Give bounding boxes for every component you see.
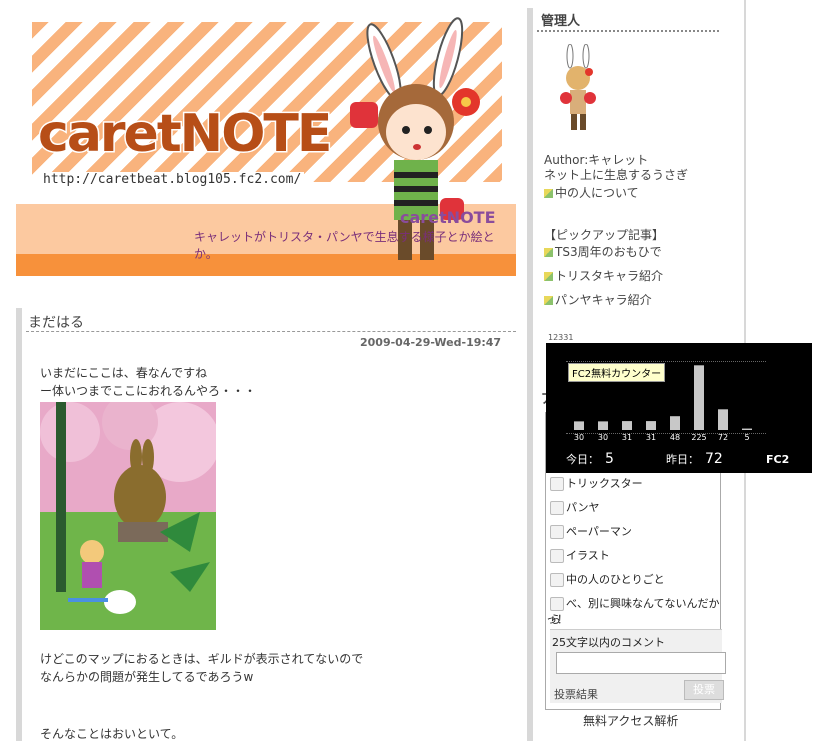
comment-input[interactable]	[556, 652, 726, 674]
chart-value-label: 30	[598, 433, 608, 442]
bullet-icon	[544, 189, 553, 198]
fc2-counter-label: FC2無料カウンター	[568, 363, 666, 382]
about-link-label: 中の人について	[555, 186, 639, 200]
vote-button[interactable]: 投票	[684, 680, 724, 700]
chart-value-label: 5	[744, 433, 749, 442]
radio-icon[interactable]	[550, 501, 564, 515]
pickup-title: 【ピックアップ記事】	[544, 228, 665, 242]
game-screenshot-image	[40, 402, 216, 630]
about-link[interactable]: 中の人について	[544, 184, 639, 201]
poll-option-label: 中の人のひとりごと	[566, 573, 665, 586]
chart-bar	[574, 421, 584, 430]
post-text-line: いまだにここは、春なんですね	[40, 366, 208, 380]
visitor-counter-number: 12331	[548, 333, 574, 342]
poll-results-link[interactable]: 投票結果	[554, 686, 598, 702]
chart-value-label: 30	[574, 433, 584, 442]
chart-value-label: 72	[718, 433, 728, 442]
fc2-yesterday: 昨日： 72	[666, 451, 723, 467]
admin-avatar	[560, 44, 596, 130]
pickup-link-label: TS3周年のおもひで	[555, 245, 662, 259]
pickup-link-label: パンヤキャラ紹介	[555, 293, 652, 307]
chart-value-label: 225	[691, 433, 706, 442]
admin-section-title: 管理人	[541, 14, 581, 29]
fc2-today: 今日： 5	[566, 451, 614, 467]
radio-icon[interactable]	[550, 477, 564, 491]
radio-icon[interactable]	[550, 597, 564, 611]
pickup-link-label: トリスタキャラ紹介	[555, 269, 664, 283]
pickup-link-panya[interactable]: パンヤキャラ紹介	[544, 291, 652, 308]
comment-label: 25文字以内のコメント	[552, 636, 665, 649]
chart-bar	[646, 421, 656, 430]
free-access-analysis-link[interactable]: 無料アクセス解析	[583, 712, 678, 729]
poll-option-label: イラスト	[566, 549, 610, 562]
poll-option-label: ペーパーマン	[566, 525, 632, 538]
poll-option-label: べ、別に興味なんてないんだから	[550, 597, 720, 626]
pickup-link-trista[interactable]: トリスタキャラ紹介	[544, 267, 663, 284]
radio-icon[interactable]	[550, 525, 564, 539]
poll-option-continued: っ！	[546, 613, 568, 626]
admin-title-rule	[537, 30, 719, 32]
chart-value-label: 48	[670, 433, 680, 442]
fc2-today-label: 今日：	[566, 453, 599, 466]
radio-icon[interactable]	[550, 573, 564, 587]
blog-url: http://caretbeat.blog105.fc2.com/	[40, 172, 305, 187]
blog-logo: caretNOTE	[36, 103, 333, 166]
main-column: caretNOTE http://caretbeat.blog105.fc2.c…	[0, 0, 530, 741]
post-title[interactable]: まだはる	[28, 312, 84, 332]
poll-option[interactable]: イラスト	[550, 547, 610, 563]
post-side-bar	[16, 308, 22, 741]
author-description: ネット上に生息するうさぎ	[544, 168, 689, 182]
post-title-rule	[26, 331, 516, 332]
poll-option[interactable]: トリックスター	[550, 475, 643, 491]
blog-header-banner[interactable]: caretNOTE http://caretbeat.blog105.fc2.c…	[16, 12, 516, 276]
post-text-line: けどこのマップにおるときは、ギルドが表示されてないので	[40, 652, 364, 666]
poll-option[interactable]: ペーパーマン	[550, 523, 632, 539]
poll-option[interactable]: パンヤ	[550, 499, 600, 515]
poll-option-label: トリックスター	[566, 477, 643, 490]
poll-option[interactable]: 中の人のひとりごと	[550, 571, 665, 587]
pickup-link-ts3[interactable]: TS3周年のおもひで	[544, 243, 662, 260]
chart-value-label: 31	[646, 433, 656, 442]
fc2-counter-widget[interactable]: 30 30 31 31 48 225 72 5 FC2無料カウンター 今日： 5 昨日： 72 F…	[546, 343, 812, 473]
post-text-line: なんらかの問題が発生してるであろうw	[40, 670, 254, 684]
post-text-line: そんなことはおいといて。	[40, 727, 184, 741]
chart-bar	[694, 365, 704, 430]
poll-option-label: パンヤ	[566, 501, 600, 514]
bullet-icon	[544, 296, 553, 305]
sidebar-side-bar	[527, 8, 533, 741]
post-text-line: ー体いつまでここにおれるんやろ・・・	[40, 384, 257, 398]
chart-bar	[742, 428, 752, 430]
radio-icon[interactable]	[550, 549, 564, 563]
post-date: 2009-04-29-Wed-19:47	[360, 336, 502, 349]
bullet-icon	[544, 272, 553, 281]
fc2-logo: FC2	[766, 453, 790, 466]
chart-value-label: 31	[622, 433, 632, 442]
poll-option[interactable]: べ、別に興味なんてないんだから	[550, 595, 720, 627]
fc2-today-value: 5	[605, 451, 614, 467]
chart-bar	[670, 416, 680, 430]
chart-bar	[598, 421, 608, 430]
chart-bar	[622, 421, 632, 430]
bullet-icon	[544, 248, 553, 257]
fc2-yesterday-label: 昨日：	[666, 453, 699, 466]
chart-bar	[718, 409, 728, 430]
fc2-yesterday-value: 72	[705, 451, 723, 467]
blog-tagline: キャレットがトリスタ・パンヤで生息する様子とか絵とか。	[194, 230, 495, 261]
poll-comment-area: 25文字以内のコメント 投票結果 投票	[550, 629, 726, 703]
banner-mini-logo: caretNOTE	[400, 208, 496, 227]
